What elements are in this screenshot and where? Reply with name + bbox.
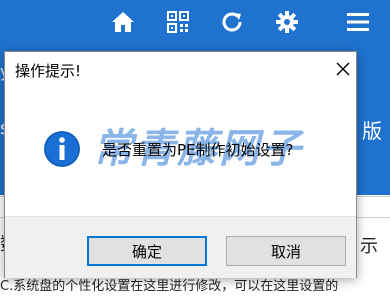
close-icon <box>336 62 350 76</box>
dialog-footer: 确定 取消 <box>5 216 356 278</box>
menu-icon[interactable] <box>345 9 371 35</box>
background-edge-text: 版 <box>362 119 382 143</box>
ok-button[interactable]: 确定 <box>87 236 207 266</box>
top-toolbar <box>0 0 390 55</box>
confirm-dialog: 操作提示! 常青藤网子 是否重置为PE制作初始设置? 确定 取消 <box>4 51 357 278</box>
background-edge-text: 示 <box>360 236 378 257</box>
settings-icon[interactable] <box>274 9 300 35</box>
background-bottom-text: C.系统盘的个性化设置在这里进行修改，可以在这里设置的 <box>0 279 339 294</box>
close-button[interactable] <box>332 58 354 80</box>
dialog-message: 是否重置为PE制作初始设置? <box>102 141 294 159</box>
home-icon[interactable] <box>110 9 136 35</box>
cancel-button[interactable]: 取消 <box>226 236 346 266</box>
info-icon <box>43 130 81 168</box>
refresh-icon[interactable] <box>219 9 245 35</box>
qr-code-icon[interactable] <box>165 9 191 35</box>
dialog-title: 操作提示! <box>15 62 82 80</box>
